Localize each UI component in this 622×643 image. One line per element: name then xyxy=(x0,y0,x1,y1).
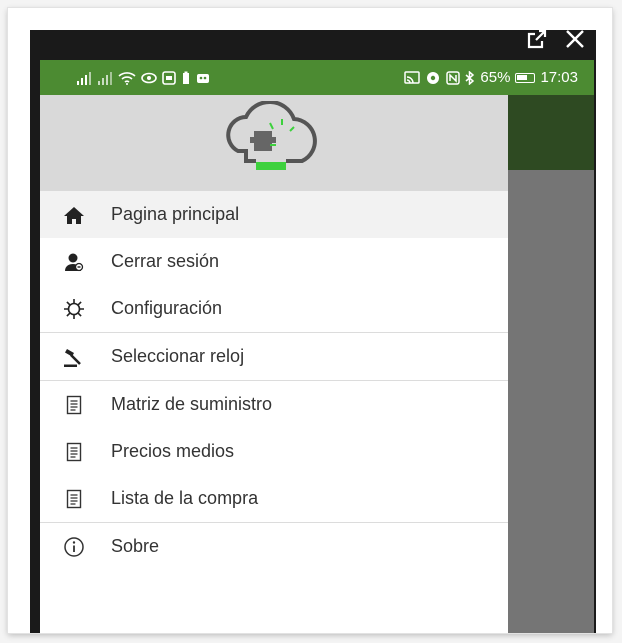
message-icon xyxy=(162,70,176,85)
phone-screen: 65% 17:03 Pagina principal Cerrar sesión… xyxy=(30,29,596,633)
status-bar: 65% 17:03 xyxy=(40,60,594,95)
menu-item-label: Sobre xyxy=(111,536,160,556)
app-notification-icon xyxy=(196,72,210,84)
nfc-icon xyxy=(446,70,461,85)
menu-item-average-prices[interactable]: Precios medios xyxy=(40,428,508,475)
navigation-drawer: Pagina principal Cerrar sesión Configura… xyxy=(40,95,508,633)
menu-item-label: Matriz de suministro xyxy=(111,394,273,414)
bluetooth-icon xyxy=(465,70,475,85)
drawer-menu: Pagina principal Cerrar sesión Configura… xyxy=(40,191,508,570)
menu-item-home[interactable]: Pagina principal xyxy=(40,191,508,238)
battery-percent: 65% xyxy=(480,69,511,86)
document-icon xyxy=(62,440,86,464)
wifi-icon xyxy=(118,71,136,85)
menu-item-logout[interactable]: Cerrar sesión xyxy=(40,238,508,285)
gavel-icon xyxy=(62,345,86,369)
user-logout-icon xyxy=(62,250,86,274)
document-icon xyxy=(62,393,86,417)
gear-icon xyxy=(62,297,86,321)
menu-item-shopping-list[interactable]: Lista de la compra xyxy=(40,475,508,522)
eye-icon xyxy=(425,71,441,85)
app-bar xyxy=(504,95,594,170)
signal-icon xyxy=(76,71,92,85)
clock: 17:03 xyxy=(540,69,578,86)
notification-icons xyxy=(76,70,210,85)
menu-item-label: Seleccionar reloj xyxy=(111,346,245,366)
eye-icon xyxy=(141,72,157,84)
info-icon xyxy=(62,535,86,559)
menu-item-supply-matrix[interactable]: Matriz de suministro xyxy=(40,381,508,428)
system-icons: 65% 17:03 xyxy=(404,69,578,86)
document-icon xyxy=(62,487,86,511)
battery-saver-icon xyxy=(181,71,191,85)
menu-item-label: Cerrar sesión xyxy=(111,251,220,271)
cast-icon xyxy=(404,70,421,85)
menu-item-select-clock[interactable]: Seleccionar reloj xyxy=(40,333,508,380)
menu-item-label: Precios medios xyxy=(111,441,235,461)
window-actions xyxy=(524,24,588,54)
menu-item-label: Configuración xyxy=(111,298,223,318)
menu-item-label: Pagina principal xyxy=(111,204,240,224)
signal-icon xyxy=(97,71,113,85)
menu-item-about[interactable]: Sobre xyxy=(40,523,508,570)
home-icon xyxy=(62,203,86,227)
drawer-header xyxy=(40,95,508,191)
menu-item-label: Lista de la compra xyxy=(111,488,259,508)
app-logo xyxy=(216,99,332,186)
open-external-icon[interactable] xyxy=(524,26,550,52)
battery-icon xyxy=(515,72,536,83)
menu-item-settings[interactable]: Configuración xyxy=(40,285,508,332)
close-icon[interactable] xyxy=(562,26,588,52)
